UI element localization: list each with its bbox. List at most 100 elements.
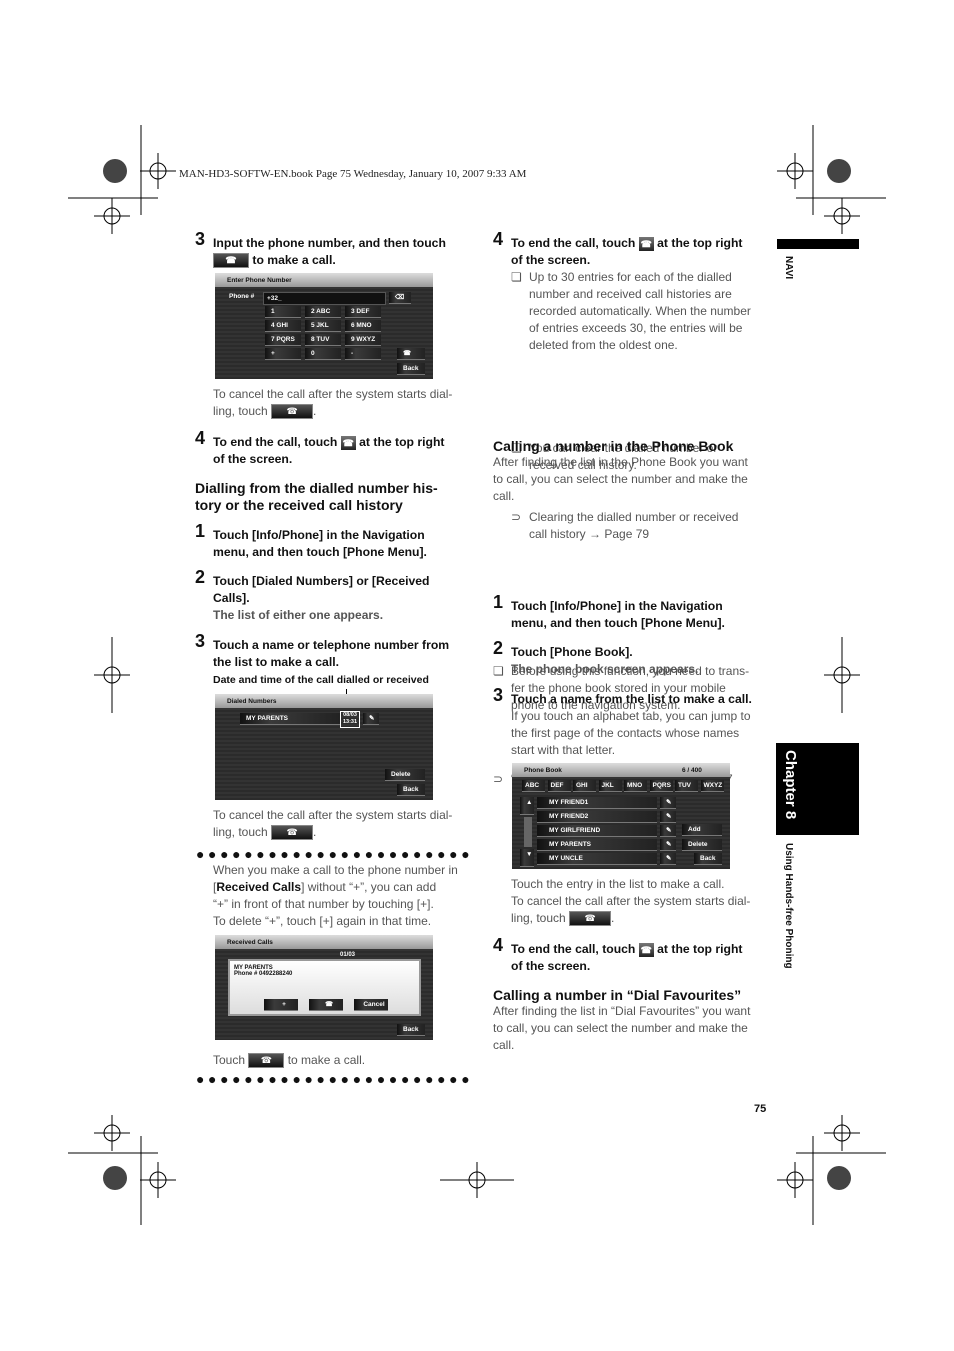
scroll-up-icon[interactable]: ▲ — [520, 797, 534, 815]
text-line: start with that letter. — [511, 743, 616, 757]
text-line: To delete “+”, touch [+] again in that t… — [213, 914, 432, 928]
contact-entry[interactable]: MY PARENTS — [537, 839, 657, 851]
backspace-button[interactable]: ⌫ — [389, 292, 411, 304]
back-button[interactable]: Back — [397, 784, 425, 796]
received-calls-screen: Received Calls 01/03 MY PARENTS Phone # … — [215, 935, 433, 1040]
bullet-square-icon: ❏ — [511, 270, 522, 284]
step-4-end-call-right-2: 4 To end the call, touch ☎ at the top ri… — [493, 936, 791, 975]
dial-button[interactable]: ☎ — [309, 999, 343, 1011]
step-text: menu, and then touch [Phone Menu]. — [511, 616, 725, 630]
phone-number-field[interactable]: +32_ — [263, 292, 386, 305]
screen-title: Phone Book — [524, 767, 562, 774]
scrollbar[interactable] — [524, 817, 532, 847]
dialed-numbers-screen: Dialed Numbers MY PARENTS 08/03 13:31 ✎ D… — [215, 694, 433, 800]
step-number: 1 — [195, 521, 206, 541]
alphabet-tab[interactable]: TUV — [675, 780, 698, 792]
call-date: 08/03 — [343, 712, 357, 718]
call-icon: ☎ — [569, 911, 612, 927]
step-text: at the top right — [359, 435, 445, 449]
keypad-key[interactable]: - — [345, 348, 381, 360]
screen-title-bar: Phone Book 6 / 400 — [512, 763, 730, 777]
edit-icon[interactable]: ✎ — [660, 853, 676, 865]
step-text: Input the phone number, and then touch — [213, 236, 446, 250]
text-line: call. — [493, 489, 515, 503]
call-icon: ☎ — [213, 253, 249, 269]
dial-button[interactable]: ☎ — [397, 348, 425, 360]
step-text: Touch a name or telephone number from — [213, 638, 450, 652]
back-button[interactable]: Back — [694, 853, 722, 865]
step-text: to make a call. — [252, 253, 336, 267]
note-divider-top: ●●●●●●●●●●●●●●●●●●●●●●● — [196, 846, 474, 862]
touch-to-call: Touch ☎ to make a call. — [213, 1052, 365, 1069]
alphabet-tab[interactable]: JKL — [598, 780, 622, 792]
keypad-key[interactable]: 8 TUV — [305, 334, 341, 346]
dialed-entry[interactable]: MY PARENTS — [240, 713, 340, 725]
alphabet-tab[interactable]: PQRS — [649, 780, 673, 792]
alphabet-tab[interactable]: MNO — [624, 780, 647, 792]
alphabet-tab[interactable]: WXYZ — [700, 780, 724, 792]
keypad-key[interactable]: 2 ABC — [305, 306, 341, 318]
end-call-icon: ☎ — [638, 236, 654, 251]
step-2-dialed-received: 2 Touch [Dialed Numbers] or [Received Ca… — [195, 568, 493, 624]
bullet-30-entries: ❏ Up to 30 entries for each of the dialle… — [511, 269, 791, 354]
edit-icon[interactable]: ✎ — [660, 839, 676, 851]
reference-arrow-icon: ⊃ — [511, 510, 522, 524]
text-line: call. — [493, 1038, 515, 1052]
keypad-key[interactable]: 6 MNO — [345, 320, 381, 332]
keypad-key[interactable]: 9 WXYZ — [345, 334, 381, 346]
step-text: Touch [Info/Phone] in the Navigation — [213, 528, 425, 542]
step-number: 2 — [195, 567, 206, 587]
text-line: Touch the entry in the list to make a ca… — [511, 877, 725, 891]
text-line: To cancel the call after the system star… — [511, 894, 751, 908]
edit-icon[interactable]: ✎ — [660, 811, 676, 823]
section-heading-history: Dialling from the dialled number his- to… — [195, 480, 475, 514]
keypad-key[interactable]: 0 — [305, 348, 341, 360]
step-text: menu, and then touch [Phone Menu]. — [213, 545, 427, 559]
step-number: 3 — [493, 685, 504, 705]
scroll-down-icon[interactable]: ▼ — [520, 849, 534, 867]
call-time: 13:31 — [342, 719, 358, 725]
screen-title: Dialed Numbers — [215, 694, 433, 708]
delete-button[interactable]: Delete — [682, 839, 722, 851]
end-call-icon: ☎ — [638, 942, 654, 957]
step-text: of the screen. — [213, 452, 293, 466]
entry-count: 6 / 400 — [682, 767, 702, 774]
keypad-key[interactable]: 3 DEF — [345, 306, 381, 318]
alphabet-tab[interactable]: ABC — [522, 780, 545, 792]
contact-entry[interactable]: MY FRIEND2 — [537, 811, 657, 823]
contact-entry[interactable]: MY FRIEND1 — [537, 797, 657, 809]
back-button[interactable]: Back — [397, 363, 425, 375]
keypad-key[interactable]: 4 GHI — [265, 320, 301, 332]
add-button[interactable]: Add — [682, 824, 722, 836]
alphabet-tab[interactable]: GHI — [573, 780, 596, 792]
text-line: ling, touch — [213, 825, 268, 839]
step-body: The list of either one appears. — [213, 608, 384, 622]
keypad-key[interactable]: 1 — [265, 306, 301, 318]
plus-button[interactable]: + — [264, 999, 298, 1011]
contact-entry[interactable]: MY UNCLE — [537, 853, 657, 865]
edit-icon[interactable]: ✎ — [363, 713, 379, 725]
phone-book-intro: After finding the list in the Phone Book… — [493, 454, 773, 505]
delete-button[interactable]: Delete — [385, 769, 425, 781]
edit-icon[interactable]: ✎ — [660, 825, 676, 837]
step-text: Touch [Dialed Numbers] or [Received — [213, 574, 430, 588]
text-line: To cancel the call after the system star… — [213, 808, 453, 822]
edit-icon[interactable]: ✎ — [660, 797, 676, 809]
keypad-key[interactable]: 5 JKL — [305, 320, 341, 332]
step-text: To end the call, touch — [213, 435, 338, 449]
screen-title: Received Calls — [215, 935, 433, 949]
text-line: Clearing the dialled number or received — [529, 510, 739, 524]
cancel-note-1: To cancel the call after the system star… — [213, 386, 473, 420]
call-date: 01/03 — [340, 952, 356, 958]
text-line: If you touch an alphabet tab, you can ju… — [511, 709, 751, 723]
cancel-button[interactable]: Cancel — [354, 999, 388, 1011]
print-header: MAN-HD3-SOFTW-EN.book Page 75 Wednesday,… — [179, 168, 527, 180]
section-heading-phone-book: Calling a number in the Phone Book — [493, 438, 734, 454]
text-line: To cancel the call after the system star… — [213, 387, 453, 401]
contact-entry[interactable]: MY GIRLFRIEND — [537, 825, 657, 837]
call-dialog: MY PARENTS Phone # 0492288240 + ☎ Cancel — [228, 959, 421, 1016]
keypad-key[interactable]: + — [265, 348, 301, 360]
keypad-key[interactable]: 7 PQRS — [265, 334, 301, 346]
back-button[interactable]: Back — [397, 1024, 425, 1036]
alphabet-tab[interactable]: DEF — [547, 780, 571, 792]
